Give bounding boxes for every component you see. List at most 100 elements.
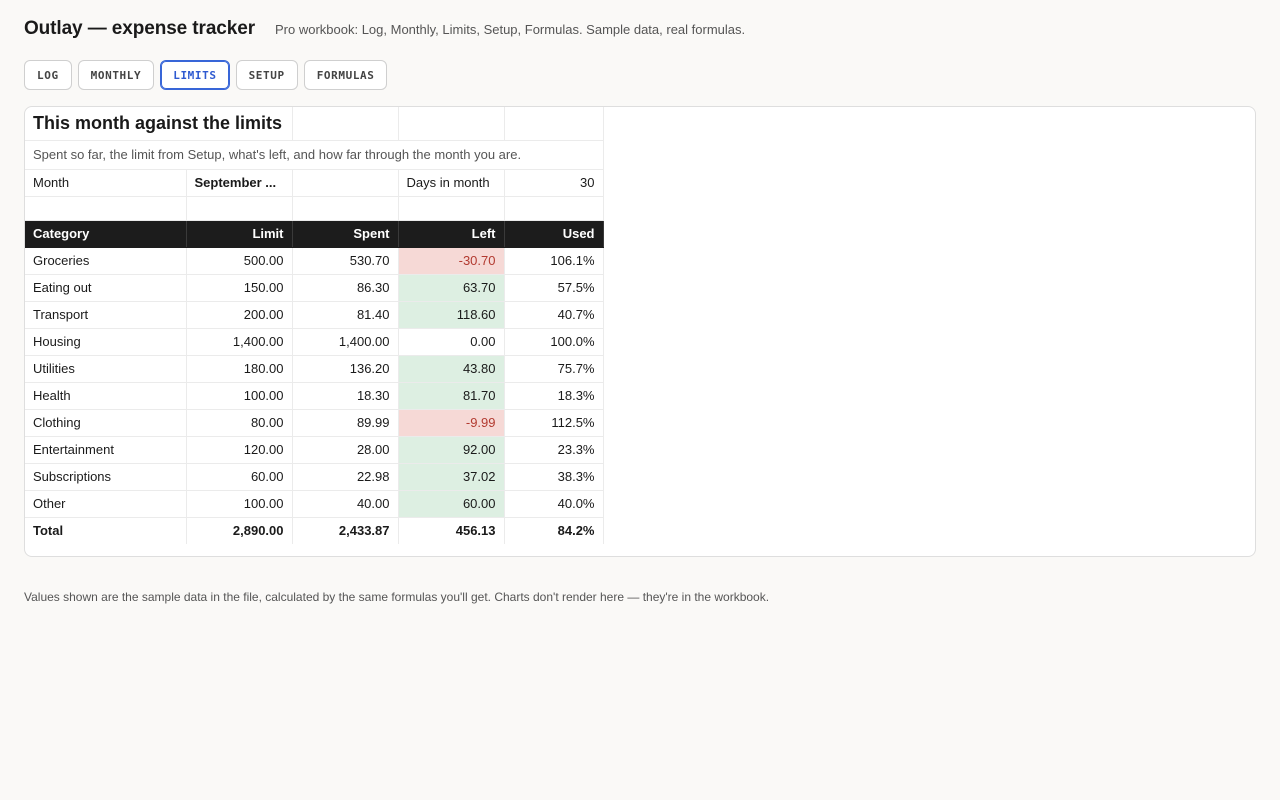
table-row: Eating out 150.00 86.30 63.70 57.5% — [25, 274, 604, 302]
category-cell[interactable]: Clothing — [25, 409, 187, 437]
used-cell[interactable]: 112.5% — [504, 409, 604, 437]
days-value[interactable]: 30 — [504, 169, 604, 197]
cell[interactable] — [504, 196, 604, 221]
total-left[interactable]: 456.13 — [398, 517, 505, 544]
category-cell[interactable]: Subscriptions — [25, 463, 187, 491]
used-cell[interactable]: 40.0% — [504, 490, 604, 518]
limit-cell[interactable]: 150.00 — [186, 274, 293, 302]
limit-cell[interactable]: 500.00 — [186, 247, 293, 275]
spent-cell[interactable]: 40.00 — [292, 490, 399, 518]
title-row: This month against the limits — [25, 107, 604, 141]
left-cell[interactable]: 63.70 — [398, 274, 505, 302]
spent-cell[interactable]: 89.99 — [292, 409, 399, 437]
limit-cell[interactable]: 200.00 — [186, 301, 293, 329]
limit-cell[interactable]: 60.00 — [186, 463, 293, 491]
cell[interactable] — [186, 196, 293, 221]
total-used[interactable]: 84.2% — [504, 517, 604, 544]
table-row: Other 100.00 40.00 60.00 40.0% — [25, 490, 604, 518]
table-row: Utilities 180.00 136.20 43.80 75.7% — [25, 355, 604, 383]
limit-cell[interactable]: 100.00 — [186, 382, 293, 410]
total-row: Total 2,890.00 2,433.87 456.13 84.2% — [25, 517, 604, 544]
tab-log[interactable]: LOG — [24, 60, 72, 90]
tab-setup[interactable]: SETUP — [235, 60, 298, 90]
spent-cell[interactable]: 86.30 — [292, 274, 399, 302]
used-cell[interactable]: 75.7% — [504, 355, 604, 383]
limit-cell[interactable]: 120.00 — [186, 436, 293, 464]
spent-cell[interactable]: 18.30 — [292, 382, 399, 410]
category-cell[interactable]: Groceries — [25, 247, 187, 275]
cell[interactable] — [292, 107, 399, 141]
left-cell[interactable]: 60.00 — [398, 490, 505, 518]
limit-cell[interactable]: 80.00 — [186, 409, 293, 437]
spent-cell[interactable]: 22.98 — [292, 463, 399, 491]
total-category[interactable]: Total — [25, 517, 187, 544]
category-cell[interactable]: Health — [25, 382, 187, 410]
spent-cell[interactable]: 1,400.00 — [292, 328, 399, 356]
app-title: Outlay — expense tracker — [24, 18, 255, 39]
table-row: Transport 200.00 81.40 118.60 40.7% — [25, 301, 604, 329]
limit-cell[interactable]: 1,400.00 — [186, 328, 293, 356]
category-cell[interactable]: Entertainment — [25, 436, 187, 464]
used-cell[interactable]: 40.7% — [504, 301, 604, 329]
category-cell[interactable]: Transport — [25, 301, 187, 329]
category-cell[interactable]: Other — [25, 490, 187, 518]
sheet-description[interactable]: Spent so far, the limit from Setup, what… — [25, 140, 604, 170]
spent-cell[interactable]: 136.20 — [292, 355, 399, 383]
sheet-title[interactable]: This month against the limits — [25, 107, 293, 141]
header-limit[interactable]: Limit — [186, 220, 293, 248]
limit-cell[interactable]: 180.00 — [186, 355, 293, 383]
category-cell[interactable]: Housing — [25, 328, 187, 356]
tab-limits[interactable]: LIMITS — [160, 60, 230, 90]
cell[interactable] — [398, 107, 505, 141]
category-cell[interactable]: Eating out — [25, 274, 187, 302]
left-cell[interactable]: 0.00 — [398, 328, 505, 356]
header-left[interactable]: Left — [398, 220, 505, 248]
spacer-row — [25, 196, 604, 221]
footer-note: Values shown are the sample data in the … — [24, 590, 770, 604]
month-value[interactable]: September ... — [186, 169, 293, 197]
used-cell[interactable]: 57.5% — [504, 274, 604, 302]
month-label[interactable]: Month — [25, 169, 187, 197]
category-cell[interactable]: Utilities — [25, 355, 187, 383]
header-category[interactable]: Category — [25, 220, 187, 248]
app-subtitle: Pro workbook: Log, Monthly, Limits, Setu… — [275, 22, 746, 37]
cell[interactable] — [504, 107, 604, 141]
header-used[interactable]: Used — [504, 220, 604, 248]
left-cell[interactable]: 37.02 — [398, 463, 505, 491]
table-row: Subscriptions 60.00 22.98 37.02 38.3% — [25, 463, 604, 491]
category-rows: Groceries 500.00 530.70 -30.70 106.1% Eating … — [25, 247, 604, 518]
used-cell[interactable]: 38.3% — [504, 463, 604, 491]
total-spent[interactable]: 2,433.87 — [292, 517, 399, 544]
table-row: Entertainment 120.00 28.00 92.00 23.3% — [25, 436, 604, 464]
used-cell[interactable]: 106.1% — [504, 247, 604, 275]
used-cell[interactable]: 100.0% — [504, 328, 604, 356]
tab-formulas[interactable]: FORMULAS — [303, 60, 388, 90]
sheet-tabs: LOG MONTHLY LIMITS SETUP FORMULAS — [24, 60, 393, 90]
cell[interactable] — [398, 196, 505, 221]
used-cell[interactable]: 18.3% — [504, 382, 604, 410]
left-cell[interactable]: 118.60 — [398, 301, 505, 329]
days-label[interactable]: Days in month — [398, 169, 505, 197]
left-cell[interactable]: -9.99 — [398, 409, 505, 437]
header-spent[interactable]: Spent — [292, 220, 399, 248]
cell[interactable] — [292, 196, 399, 221]
left-cell[interactable]: 81.70 — [398, 382, 505, 410]
cell[interactable] — [25, 196, 187, 221]
spent-cell[interactable]: 530.70 — [292, 247, 399, 275]
left-cell[interactable]: 43.80 — [398, 355, 505, 383]
used-cell[interactable]: 23.3% — [504, 436, 604, 464]
app-header: Outlay — expense tracker Pro workbook: L… — [24, 18, 745, 40]
description-row: Spent so far, the limit from Setup, what… — [25, 140, 604, 170]
cell[interactable] — [292, 169, 399, 197]
table-row: Housing 1,400.00 1,400.00 0.00 100.0% — [25, 328, 604, 356]
left-cell[interactable]: -30.70 — [398, 247, 505, 275]
left-cell[interactable]: 92.00 — [398, 436, 505, 464]
total-limit[interactable]: 2,890.00 — [186, 517, 293, 544]
app-page: Outlay — expense tracker Pro workbook: L… — [0, 0, 1280, 800]
spent-cell[interactable]: 81.40 — [292, 301, 399, 329]
limit-cell[interactable]: 100.00 — [186, 490, 293, 518]
tab-monthly[interactable]: MONTHLY — [77, 60, 155, 90]
table-row: Groceries 500.00 530.70 -30.70 106.1% — [25, 247, 604, 275]
spent-cell[interactable]: 28.00 — [292, 436, 399, 464]
limits-sheet-table: This month against the limits Spent so f… — [25, 107, 604, 544]
